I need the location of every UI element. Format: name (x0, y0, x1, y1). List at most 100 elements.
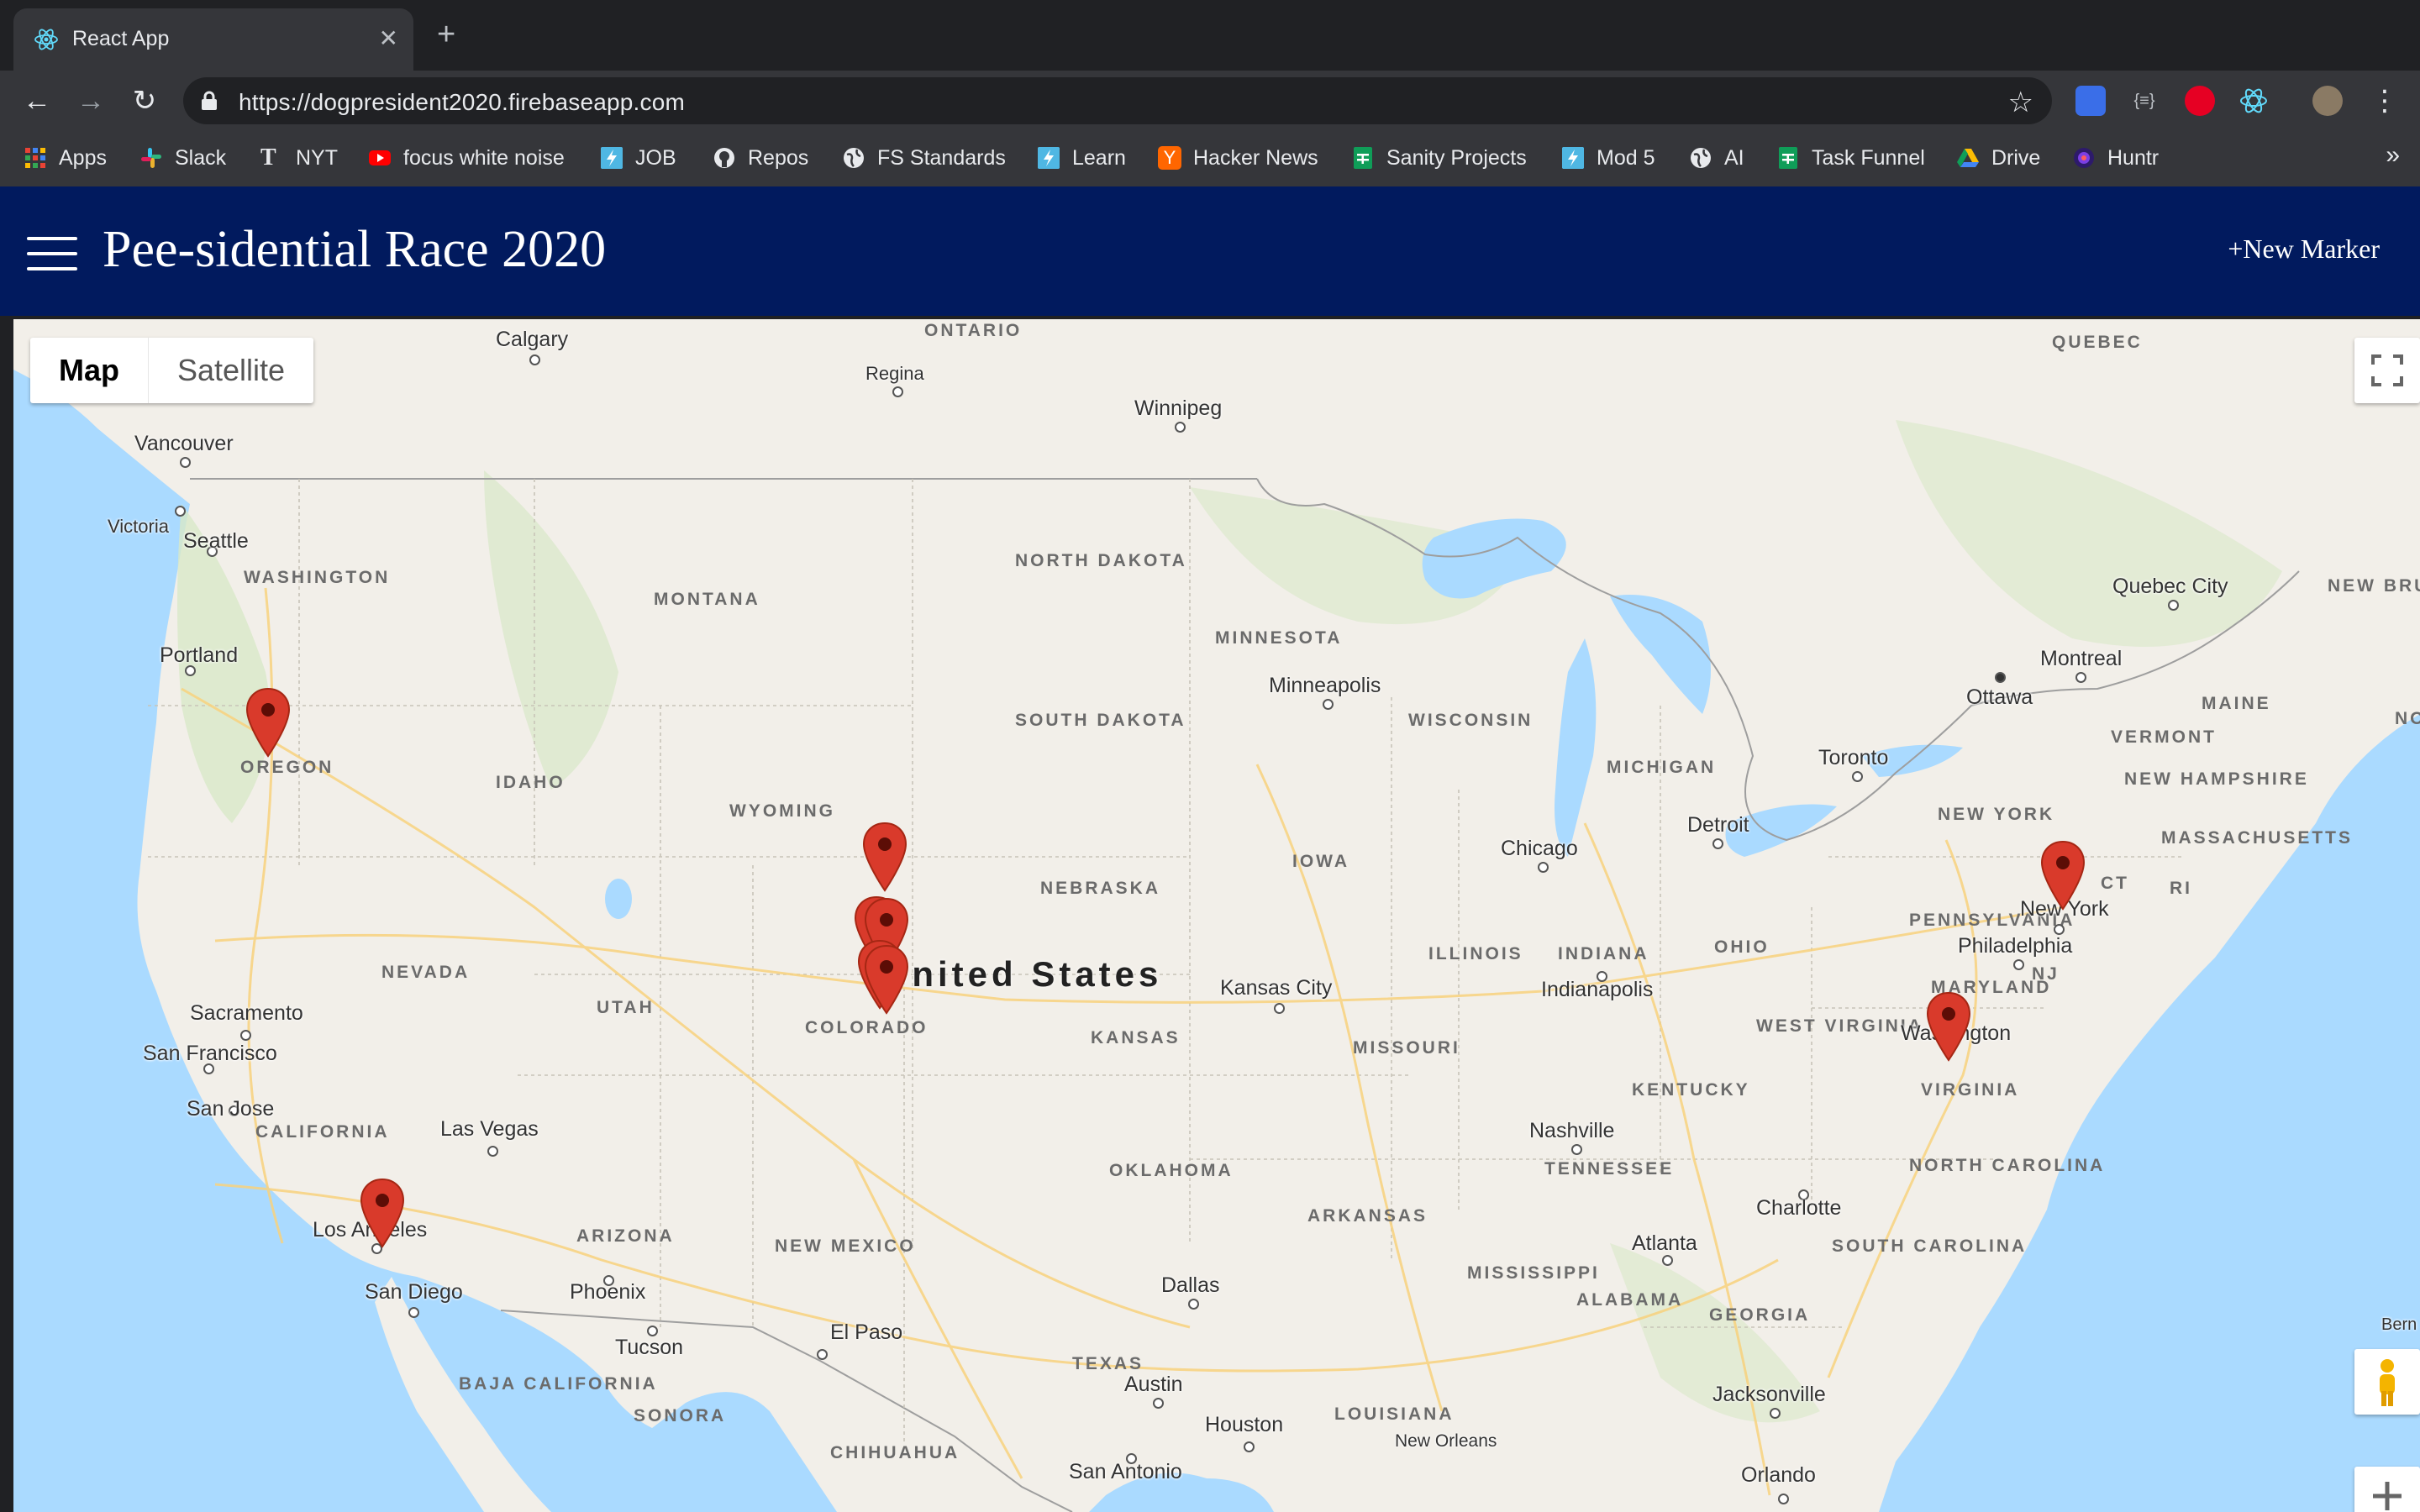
city-dot (1244, 1441, 1255, 1452)
city-label: San Diego (365, 1280, 463, 1304)
city-dot (487, 1146, 498, 1157)
apps-grid-icon (25, 148, 45, 168)
state-label: ALABAMA (1576, 1290, 1684, 1310)
bookmark-repos[interactable]: Repos (713, 143, 808, 173)
bookmark-mod-5[interactable]: Mod 5 (1561, 143, 1655, 173)
city-label: Bern (2381, 1315, 2417, 1334)
map-marker-washington[interactable] (1926, 991, 1971, 1062)
new-tab-button[interactable]: + (437, 18, 455, 50)
zoom-in-button[interactable] (2354, 1467, 2420, 1512)
bookmarks-bar: Apps Slack T NYT focus white noise JOB R… (0, 131, 2420, 187)
bookmark-fs-standards[interactable]: FS Standards (842, 143, 1006, 173)
forward-button[interactable]: → (74, 84, 108, 118)
bookmark-label: Learn (1072, 145, 1126, 170)
react-icon (34, 29, 58, 50)
state-label: VIRGINIA (1921, 1080, 2020, 1100)
bookmark-apps[interactable]: Apps (24, 143, 107, 173)
city-label: Orlando (1741, 1463, 1816, 1487)
map-marker-los-angeles[interactable] (360, 1178, 405, 1248)
city-dot (1571, 1144, 1582, 1155)
menu-icon[interactable] (27, 237, 77, 270)
state-label: NO (2395, 709, 2420, 728)
city-dot (2075, 672, 2086, 683)
close-tab-icon[interactable]: ✕ (379, 24, 398, 54)
city-label: El Paso (830, 1320, 903, 1344)
city-label: Seattle (183, 529, 249, 553)
app-header: Pee-sidential Race 2020 +New Marker (0, 186, 2420, 316)
bookmark-ai[interactable]: AI (1689, 143, 1744, 173)
browser-tab[interactable]: React App ✕ (13, 8, 413, 71)
extension-icon[interactable] (2075, 86, 2106, 116)
street-view-pegman[interactable] (2354, 1349, 2420, 1415)
app-title: Pee-sidential Race 2020 (103, 221, 607, 278)
bookmark-label: NYT (296, 145, 338, 170)
google-map[interactable]: ONTARIO QUEBEC WASHINGTON MONTANA NORTH … (13, 319, 2420, 1512)
bookmark-label: Task Funnel (1812, 145, 1925, 170)
map-type-satellite-button[interactable]: Satellite (149, 338, 313, 403)
bookmark-label: Sanity Projects (1386, 145, 1527, 170)
city-dot (1778, 1494, 1789, 1504)
bookmark-focus-white-noise[interactable]: focus white noise (368, 143, 565, 173)
city-dot (1274, 1003, 1285, 1014)
bookmark-label: AI (1724, 145, 1744, 170)
url-text[interactable]: https://dogpresident2020.firebaseapp.com (239, 89, 685, 116)
state-label: NEW BRUNSWICK (2328, 576, 2420, 596)
city-label: Las Vegas (440, 1117, 539, 1141)
city-dot (180, 457, 191, 468)
state-label: IDAHO (496, 773, 566, 792)
state-label: NEW MEXICO (775, 1236, 916, 1256)
fullscreen-icon (2371, 354, 2403, 386)
state-label: NEVADA (381, 963, 471, 982)
state-label: NEW YORK (1938, 805, 2055, 824)
city-label: Quebec City (2112, 575, 2228, 598)
map-marker-colorado[interactable] (864, 944, 909, 1015)
city-label: Minneapolis (1269, 674, 1381, 697)
state-label: KENTUCKY (1632, 1080, 1750, 1100)
new-marker-button[interactable]: +New Marker (2228, 234, 2380, 265)
map-marker-oregon[interactable] (245, 687, 291, 758)
reload-button[interactable]: ↻ (128, 84, 161, 118)
map-marker-wyoming[interactable] (862, 822, 908, 892)
city-label: Nashville (1529, 1119, 1615, 1142)
bookmark-hacker-news[interactable]: Y Hacker News (1158, 143, 1318, 173)
json-extension-icon[interactable]: {≡} (2129, 86, 2160, 116)
city-label: Vancouver (134, 432, 234, 455)
fullscreen-button[interactable] (2354, 338, 2420, 403)
back-button[interactable]: ← (20, 84, 54, 118)
bookmarks-overflow-icon[interactable]: » (2386, 141, 2400, 170)
bookmark-label: Mod 5 (1597, 145, 1655, 170)
state-label: CALIFORNIA (255, 1122, 390, 1142)
pinterest-icon[interactable] (2185, 86, 2215, 116)
city-label: San Jose (187, 1097, 275, 1121)
react-devtools-icon[interactable] (2238, 86, 2269, 116)
bookmark-star-icon[interactable]: ☆ (2008, 86, 2033, 119)
bookmark-sanity-projects[interactable]: Sanity Projects (1351, 143, 1527, 173)
bookmark-label: Huntr (2107, 145, 2160, 170)
city-label: Austin (1124, 1373, 1183, 1396)
country-label: United States (882, 954, 1163, 994)
chrome-menu-icon[interactable]: ⋮ (2368, 84, 2402, 118)
city-dot (1175, 422, 1186, 433)
state-label: NORTH CAROLINA (1909, 1156, 2102, 1176)
state-label: WISCONSIN (1408, 711, 1534, 730)
city-dot (1188, 1299, 1199, 1310)
city-label: Sacramento (190, 1001, 303, 1025)
state-label: NEW HAMPSHIRE (2124, 769, 2309, 789)
sheets-icon (1779, 147, 1797, 169)
bookmark-slack[interactable]: Slack (139, 143, 226, 173)
state-label: MASSACHUSETTS (2161, 828, 2354, 848)
bookmark-nyt[interactable]: T NYT (260, 143, 338, 173)
bookmark-learn[interactable]: Learn (1037, 143, 1126, 173)
address-bar[interactable]: https://dogpresident2020.firebaseapp.com… (183, 77, 2052, 124)
state-label: ARIZONA (576, 1226, 675, 1246)
bookmark-task-funnel[interactable]: Task Funnel (1776, 143, 1925, 173)
city-label: Houston (1205, 1413, 1284, 1436)
bookmark-job[interactable]: JOB (600, 143, 676, 173)
bookmark-drive[interactable]: Drive (1956, 143, 2040, 173)
map-marker-new-york[interactable] (2040, 840, 2086, 911)
profile-avatar[interactable] (2312, 86, 2343, 116)
city-dot (892, 386, 903, 397)
city-label: Portland (160, 643, 239, 667)
bookmark-huntr[interactable]: Huntr (2072, 143, 2159, 173)
map-type-map-button[interactable]: Map (30, 338, 149, 403)
